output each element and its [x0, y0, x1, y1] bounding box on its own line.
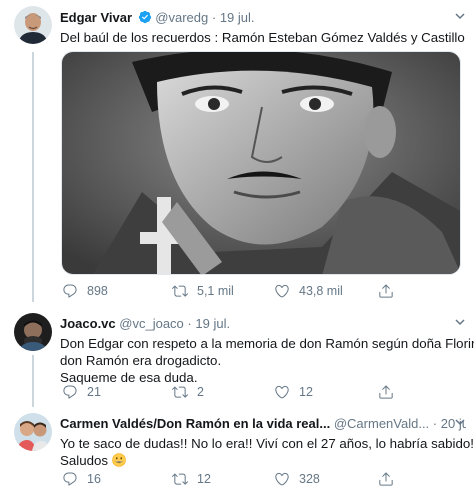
- retweet-count: 2: [197, 385, 204, 399]
- action-bar: 21 2 12: [62, 384, 462, 400]
- share-icon: [378, 471, 394, 487]
- avatar[interactable]: [14, 413, 52, 451]
- retweet-icon: [172, 384, 188, 400]
- share-button[interactable]: [378, 283, 394, 299]
- separator: ·: [211, 10, 217, 25]
- like-icon: [274, 471, 290, 487]
- like-count: 328: [299, 472, 320, 486]
- reply-button[interactable]: 16: [62, 471, 101, 487]
- tweet-line: Saludos: [60, 453, 109, 468]
- more-icon[interactable]: [454, 415, 466, 427]
- reply-count: 898: [87, 284, 108, 298]
- retweet-button[interactable]: 5,1 mil: [172, 283, 234, 299]
- reply-button[interactable]: 898: [62, 283, 108, 299]
- handle[interactable]: @varedg: [155, 10, 208, 25]
- tweet-text: Don Edgar con respeto a la memoria de do…: [60, 335, 474, 386]
- more-icon[interactable]: [454, 9, 466, 21]
- timestamp[interactable]: 19 jul.: [195, 316, 230, 331]
- tweet-line: Del baúl de los recuerdos : Ramón Esteba…: [60, 30, 465, 45]
- tweet-line: Don Edgar con respeto a la memoria de do…: [60, 336, 474, 351]
- share-button[interactable]: [378, 471, 394, 487]
- display-name[interactable]: Joaco.vc: [60, 316, 116, 331]
- like-button[interactable]: 43,8 mil: [274, 283, 343, 299]
- retweet-button[interactable]: 2: [172, 384, 204, 400]
- like-icon: [274, 283, 290, 299]
- like-count: 43,8 mil: [299, 284, 343, 298]
- share-icon: [378, 283, 394, 299]
- grinning-face-emoji: [111, 453, 126, 467]
- timestamp[interactable]: 19 jul.: [220, 10, 255, 25]
- tweet-reply-1[interactable]: Joaco.vc @vc_joaco · 19 jul. Don Edgar c…: [0, 305, 474, 405]
- tweet-reply-2[interactable]: Carmen Valdés/Don Ramón en la vida real.…: [0, 405, 474, 495]
- tweet-text: Del baúl de los recuerdos : Ramón Esteba…: [60, 29, 466, 46]
- display-name[interactable]: Carmen Valdés/Don Ramón en la vida real.…: [60, 416, 330, 431]
- reply-icon: [62, 471, 78, 487]
- share-icon: [378, 384, 394, 400]
- avatar[interactable]: [14, 313, 52, 351]
- handle[interactable]: @CarmenVald...: [334, 416, 429, 431]
- avatar[interactable]: [14, 6, 52, 44]
- reply-icon: [62, 283, 78, 299]
- retweet-count: 5,1 mil: [197, 284, 234, 298]
- like-button[interactable]: 328: [274, 471, 320, 487]
- handle[interactable]: @vc_joaco: [119, 316, 184, 331]
- tweet-photo[interactable]: [61, 51, 461, 275]
- tweet-line: Yo te saco de dudas!! No lo era!! Viví c…: [60, 436, 474, 451]
- like-count: 12: [299, 385, 313, 399]
- tweet-line: don Ramón era drogadicto.: [60, 353, 222, 368]
- separator: ·: [187, 316, 192, 331]
- retweet-icon: [172, 471, 188, 487]
- reply-count: 16: [87, 472, 101, 486]
- tweet-line-with-emoji: Saludos: [60, 452, 466, 469]
- retweet-icon: [172, 283, 188, 299]
- tweet-text: Yo te saco de dudas!! No lo era!! Viví c…: [60, 435, 474, 469]
- display-name[interactable]: Edgar Vivar: [60, 10, 132, 25]
- like-button[interactable]: 12: [274, 384, 313, 400]
- tweet-main[interactable]: Edgar Vivar @varedg · 19 jul. Del baúl d…: [0, 0, 474, 305]
- more-icon[interactable]: [454, 315, 466, 327]
- reply-button[interactable]: 21: [62, 384, 101, 400]
- retweet-button[interactable]: 12: [172, 471, 211, 487]
- action-bar: 898 5,1 mil 43,8 mil: [62, 283, 462, 299]
- separator: ·: [432, 416, 438, 431]
- reply-count: 21: [87, 385, 101, 399]
- like-icon: [274, 384, 290, 400]
- verified-badge-icon: [138, 10, 152, 24]
- reply-icon: [62, 384, 78, 400]
- action-bar: 16 12 328: [62, 471, 462, 487]
- share-button[interactable]: [378, 384, 394, 400]
- retweet-count: 12: [197, 472, 211, 486]
